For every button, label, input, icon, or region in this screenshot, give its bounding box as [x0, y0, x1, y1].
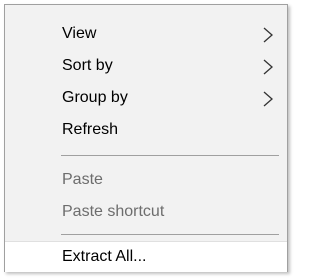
menu-item-view[interactable]: View — [5, 19, 287, 49]
menu-item-label: Sort by — [62, 57, 113, 74]
menu-item-label: Paste shortcut — [62, 203, 165, 220]
chevron-right-icon — [261, 91, 275, 107]
menu-item-label: Refresh — [62, 121, 119, 138]
menu-item-extract-all[interactable]: Extract All... — [5, 241, 287, 272]
menu-separator — [61, 234, 279, 235]
chevron-right-icon — [261, 27, 275, 43]
menu-item-label: Paste — [62, 171, 103, 188]
menu-item-label: Extract All... — [62, 248, 147, 265]
menu-item-label: View — [62, 25, 97, 42]
menu-item-label: Group by — [62, 89, 128, 106]
menu-item-paste-shortcut[interactable]: Paste shortcut — [5, 197, 287, 227]
menu-item-refresh[interactable]: Refresh — [5, 115, 287, 145]
menu-separator — [61, 155, 279, 156]
menu-item-paste[interactable]: Paste — [5, 165, 287, 195]
chevron-right-icon — [261, 59, 275, 75]
menu-item-group-by[interactable]: Group by — [5, 83, 287, 113]
context-menu: View Sort by Group by Refresh Paste Past… — [4, 4, 288, 272]
menu-item-sort-by[interactable]: Sort by — [5, 51, 287, 81]
